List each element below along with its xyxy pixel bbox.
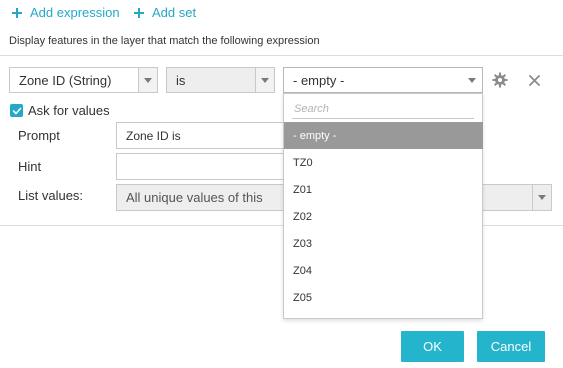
plus-icon <box>12 7 22 18</box>
hint-input[interactable] <box>116 153 286 180</box>
prompt-input-value: Zone ID is <box>126 128 181 143</box>
search-input[interactable] <box>292 103 474 115</box>
dropdown-option[interactable]: Z02 <box>284 203 483 230</box>
prompt-input[interactable]: Zone ID is <box>116 122 286 149</box>
cancel-button[interactable]: Cancel <box>477 331 545 362</box>
add-expression-button[interactable]: Add expression <box>12 5 120 20</box>
field-select[interactable]: Zone ID (String) <box>9 67 158 93</box>
value-dropdown: - empty - TZ0 Z01 Z02 Z03 Z04 Z05 <box>283 93 483 319</box>
dropdown-option[interactable]: TZ0 <box>284 149 483 176</box>
dropdown-option[interactable]: Z01 <box>284 176 483 203</box>
add-set-button[interactable]: Add set <box>134 5 196 20</box>
list-values-selected: All unique values of this <box>126 190 263 205</box>
chevron-down-icon <box>138 68 157 92</box>
value-select[interactable]: - empty - <box>283 67 483 93</box>
filter-description: Display features in the layer that match… <box>9 35 320 47</box>
ask-for-values-label: Ask for values <box>28 103 110 118</box>
chevron-down-icon <box>468 78 476 83</box>
add-set-label: Add set <box>152 5 197 20</box>
dropdown-option[interactable]: Z05 <box>284 284 483 311</box>
divider <box>0 55 563 56</box>
chevron-down-icon <box>532 185 551 210</box>
plus-icon <box>134 7 144 18</box>
search-field[interactable] <box>292 100 474 119</box>
prompt-label: Prompt <box>18 128 60 143</box>
ok-button[interactable]: OK <box>401 331 464 362</box>
list-values-label: List values: <box>18 188 84 203</box>
dropdown-option-empty[interactable]: - empty - <box>284 122 483 149</box>
operator-select-value: is <box>176 72 186 88</box>
field-select-value: Zone ID (String) <box>19 72 112 88</box>
gear-icon[interactable] <box>491 71 509 89</box>
ask-for-values-toggle[interactable]: Ask for values <box>10 103 110 118</box>
close-icon[interactable] <box>525 71 543 89</box>
chevron-down-icon <box>255 68 274 92</box>
hint-label: Hint <box>18 159 42 174</box>
add-expression-label: Add expression <box>30 5 120 20</box>
value-select-value: - empty - <box>293 72 345 88</box>
dropdown-option[interactable]: Z04 <box>284 257 483 284</box>
check-icon[interactable] <box>10 104 23 117</box>
operator-select[interactable]: is <box>166 67 275 93</box>
dropdown-option[interactable]: Z03 <box>284 230 483 257</box>
